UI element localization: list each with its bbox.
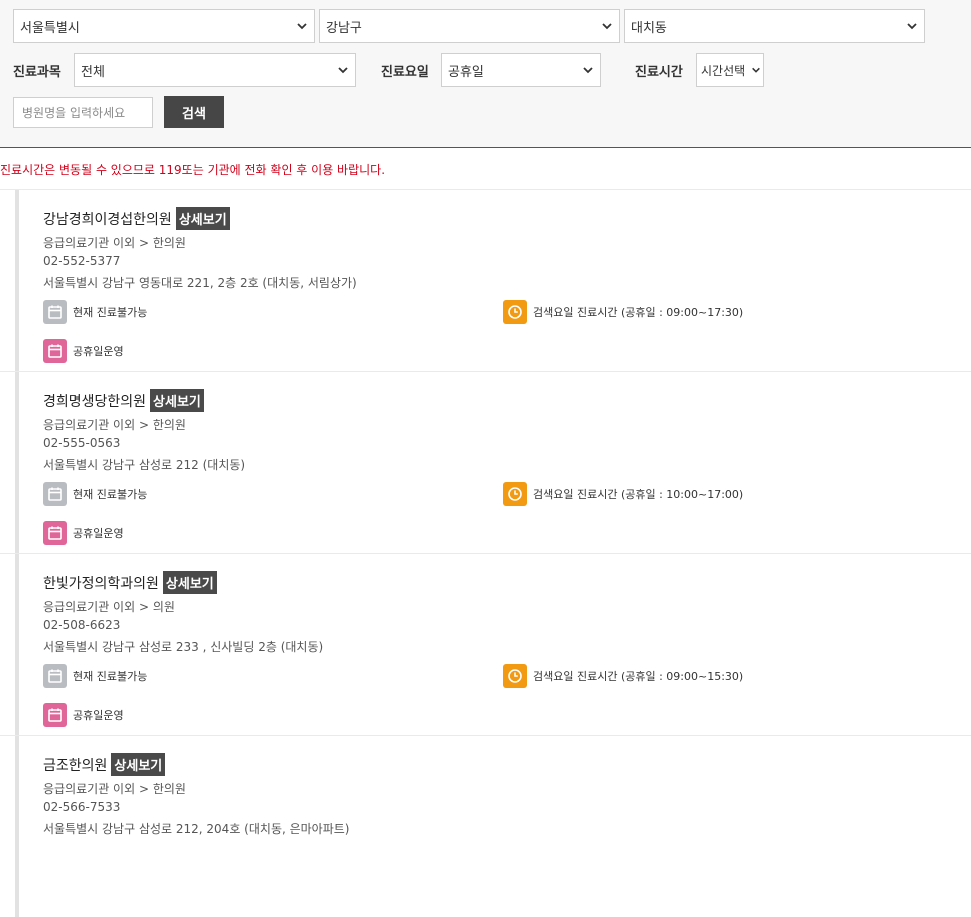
district-select-value: 강남구: [326, 20, 362, 36]
hours-badge: 검색요일 진료시간 (공휴일 : 09:00~17:30): [503, 300, 743, 324]
status-badge: 현재 진료불가능: [43, 664, 147, 688]
hours-text: 검색요일 진료시간 (공휴일 : 10:00~17:00): [533, 488, 744, 501]
chevron-down-icon: [602, 23, 612, 30]
hospital-category: 응급의료기관 이외 > 한의원: [43, 418, 186, 432]
hours-badge: 검색요일 진료시간 (공휴일 : 10:00~17:00): [503, 482, 743, 506]
hospital-phone: 02-566-7533: [43, 800, 121, 814]
search-button[interactable]: 검색: [164, 96, 224, 128]
clock-icon: [503, 300, 527, 324]
clock-icon: [503, 664, 527, 688]
hospital-title: 강남경희이경섭한의원 상세보기: [43, 207, 230, 230]
chevron-down-icon: [297, 23, 307, 30]
hospital-phone: 02-555-0563: [43, 436, 121, 450]
city-select[interactable]: 서울특별시: [13, 9, 315, 43]
hospital-list-item: 강남경희이경섭한의원 상세보기 응급의료기관 이외 > 한의원 02-552-5…: [0, 189, 971, 371]
detail-view-button[interactable]: 상세보기: [111, 753, 166, 776]
hospital-name: 한빛가정의학과의원: [43, 575, 159, 592]
holiday-text: 공휴일운영: [73, 527, 124, 540]
day-select[interactable]: 공휴일: [441, 53, 601, 87]
hospital-address: 서울특별시 강남구 삼성로 212, 204호 (대치동, 은마아파트): [43, 822, 350, 836]
status-text: 현재 진료불가능: [73, 306, 148, 319]
hospital-name-search-input[interactable]: [13, 97, 153, 128]
holiday-badge: 공휴일운영: [43, 339, 124, 363]
notice-text: 진료시간은 변동될 수 있으므로 119또는 기관에 전화 확인 후 이용 바랍…: [0, 163, 386, 177]
time-label: 진료시간: [635, 65, 683, 80]
chevron-down-icon: [583, 67, 593, 74]
city-select-value: 서울특별시: [20, 20, 80, 36]
calendar-icon: [43, 339, 67, 363]
district-select[interactable]: 강남구: [319, 9, 620, 43]
holiday-badge: 공휴일운영: [43, 703, 124, 727]
detail-view-button[interactable]: 상세보기: [175, 207, 230, 230]
status-badge: 현재 진료불가능: [43, 482, 147, 506]
hospital-address: 서울특별시 강남구 삼성로 233 , 신사빌딩 2층 (대치동): [43, 640, 324, 654]
hours-text: 검색요일 진료시간 (공휴일 : 09:00~15:30): [533, 670, 744, 683]
day-label: 진료요일: [381, 65, 429, 80]
dong-select[interactable]: 대치동: [624, 9, 925, 43]
time-select-value: 시간선택: [701, 63, 746, 78]
status-text: 현재 진료불가능: [73, 488, 148, 501]
detail-view-button[interactable]: 상세보기: [162, 571, 217, 594]
calendar-icon: [43, 703, 67, 727]
hospital-list-item: 경희명생당한의원 상세보기 응급의료기관 이외 > 한의원 02-555-056…: [0, 371, 971, 553]
hospital-name: 강남경희이경섭한의원: [43, 211, 172, 228]
hospital-category: 응급의료기관 이외 > 한의원: [43, 236, 186, 250]
calendar-icon: [43, 482, 67, 506]
holiday-text: 공휴일운영: [73, 345, 124, 358]
status-badge: 현재 진료불가능: [43, 300, 147, 324]
hours-badge: 검색요일 진료시간 (공휴일 : 09:00~15:30): [503, 664, 743, 688]
hospital-address: 서울특별시 강남구 삼성로 212 (대치동): [43, 458, 246, 472]
time-select[interactable]: 시간선택: [696, 53, 764, 87]
hospital-list-item: 금조한의원 상세보기 응급의료기관 이외 > 한의원 02-566-7533 서…: [0, 735, 971, 917]
dong-select-value: 대치동: [631, 20, 667, 36]
hospital-title: 경희명생당한의원 상세보기: [43, 389, 204, 412]
hospital-list: 강남경희이경섭한의원 상세보기 응급의료기관 이외 > 한의원 02-552-5…: [0, 189, 971, 917]
search-filter-panel: 서울특별시 강남구 대치동 진료과목 전체 진료요일 공휴일 진료시간 시간선택…: [0, 0, 971, 148]
dept-label: 진료과목: [13, 65, 61, 80]
detail-view-button[interactable]: 상세보기: [150, 389, 204, 412]
hospital-name: 경희명생당한의원: [43, 393, 147, 410]
hospital-list-item: 한빛가정의학과의원 상세보기 응급의료기관 이외 > 의원 02-508-662…: [0, 553, 971, 735]
hospital-address: 서울특별시 강남구 영동대로 221, 2층 2호 (대치동, 서림상가): [43, 276, 357, 290]
calendar-icon: [43, 521, 67, 545]
dept-select-value: 전체: [81, 64, 105, 80]
hospital-phone: 02-552-5377: [43, 254, 121, 268]
hospital-category: 응급의료기관 이외 > 의원: [43, 600, 175, 614]
clock-icon: [503, 482, 527, 506]
hospital-title: 한빛가정의학과의원 상세보기: [43, 571, 217, 594]
hospital-category: 응급의료기관 이외 > 한의원: [43, 782, 186, 796]
hours-text: 검색요일 진료시간 (공휴일 : 09:00~17:30): [533, 306, 744, 319]
chevron-down-icon: [907, 23, 917, 30]
holiday-badge: 공휴일운영: [43, 521, 124, 545]
hospital-title: 금조한의원 상세보기: [43, 753, 166, 776]
day-select-value: 공휴일: [448, 64, 484, 80]
hospital-phone: 02-508-6623: [43, 618, 121, 632]
calendar-icon: [43, 664, 67, 688]
chevron-down-icon: [752, 67, 760, 73]
status-text: 현재 진료불가능: [73, 670, 148, 683]
hospital-name: 금조한의원: [43, 757, 108, 774]
calendar-icon: [43, 300, 67, 324]
chevron-down-icon: [338, 67, 348, 74]
holiday-text: 공휴일운영: [73, 709, 124, 722]
dept-select[interactable]: 전체: [74, 53, 356, 87]
